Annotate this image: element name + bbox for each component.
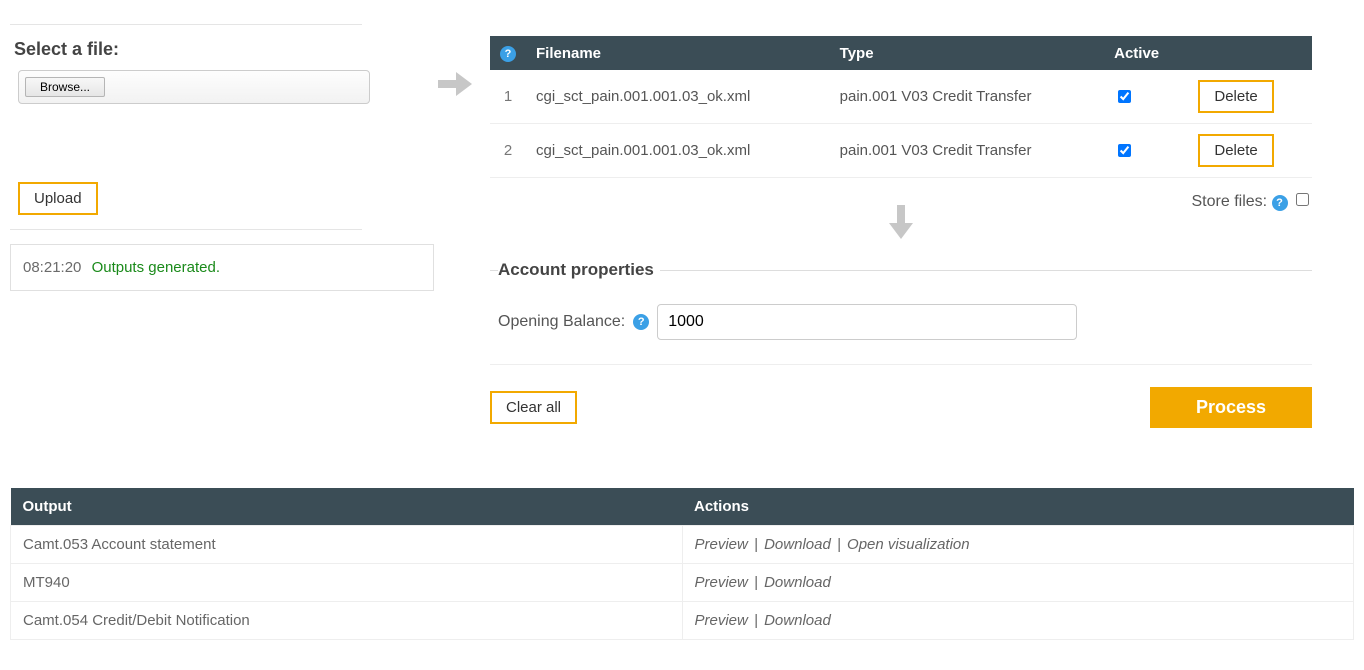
store-files-checkbox[interactable]	[1296, 193, 1309, 206]
files-help-header: ?	[490, 36, 526, 70]
preview-link[interactable]: Preview	[695, 536, 748, 553]
file-active-cell	[1104, 124, 1188, 178]
browse-button[interactable]: Browse...	[25, 77, 105, 97]
download-link[interactable]: Download	[764, 612, 831, 629]
status-time: 08:21:20	[23, 259, 81, 276]
files-header-type: Type	[830, 36, 1104, 70]
output-actions: Preview | Download | Open visualization	[682, 526, 1354, 564]
delete-button[interactable]: Delete	[1198, 80, 1273, 113]
output-name: MT940	[11, 564, 683, 602]
account-properties-legend: Account properties	[498, 260, 660, 280]
file-index: 2	[490, 124, 526, 178]
files-table: ? Filename Type Active 1cgi_sct_pain.001…	[490, 36, 1312, 178]
clear-all-button[interactable]: Clear all	[490, 391, 577, 424]
file-index: 1	[490, 70, 526, 124]
file-active-checkbox[interactable]	[1118, 90, 1131, 103]
table-row: Camt.054 Credit/Debit NotificationPrevie…	[11, 602, 1354, 640]
file-picker[interactable]: Browse...	[18, 70, 370, 104]
files-header-filename: Filename	[526, 36, 830, 70]
table-row: Camt.053 Account statementPreview | Down…	[11, 526, 1354, 564]
store-files-label: Store files:	[1192, 193, 1268, 210]
status-message: Outputs generated.	[92, 259, 220, 276]
download-link[interactable]: Download	[764, 536, 831, 553]
table-row: 2cgi_sct_pain.001.001.03_ok.xmlpain.001 …	[490, 124, 1312, 178]
process-button[interactable]: Process	[1150, 387, 1312, 428]
status-box: 08:21:20 Outputs generated.	[10, 244, 434, 291]
account-properties-fieldset: Account properties Opening Balance: ?	[490, 260, 1312, 340]
table-row: 1cgi_sct_pain.001.001.03_ok.xmlpain.001 …	[490, 70, 1312, 124]
help-icon[interactable]: ?	[1272, 195, 1288, 211]
table-row: MT940Preview | Download	[11, 564, 1354, 602]
arrow-right-icon	[434, 10, 476, 98]
opening-balance-label: Opening Balance:	[498, 313, 625, 331]
download-link[interactable]: Download	[764, 574, 831, 591]
opening-balance-input[interactable]	[657, 304, 1077, 340]
help-icon[interactable]: ?	[633, 314, 649, 330]
open-visualization-link[interactable]: Open visualization	[847, 536, 970, 553]
file-type: pain.001 V03 Credit Transfer	[830, 70, 1104, 124]
preview-link[interactable]: Preview	[695, 574, 748, 591]
file-name: cgi_sct_pain.001.001.03_ok.xml	[526, 70, 830, 124]
upload-button[interactable]: Upload	[18, 182, 98, 215]
output-name: Camt.053 Account statement	[11, 526, 683, 564]
output-header-actions: Actions	[682, 488, 1354, 526]
file-active-cell	[1104, 70, 1188, 124]
output-name: Camt.054 Credit/Debit Notification	[11, 602, 683, 640]
preview-link[interactable]: Preview	[695, 612, 748, 629]
output-header-output: Output	[11, 488, 683, 526]
arrow-down-icon	[490, 205, 1312, 242]
output-table: Output Actions Camt.053 Account statemen…	[10, 488, 1354, 640]
file-active-checkbox[interactable]	[1118, 144, 1131, 157]
output-actions: Preview | Download	[682, 564, 1354, 602]
file-name: cgi_sct_pain.001.001.03_ok.xml	[526, 124, 830, 178]
files-header-active: Active	[1104, 36, 1188, 70]
select-file-label: Select a file:	[14, 39, 420, 60]
help-icon[interactable]: ?	[500, 46, 516, 62]
file-type: pain.001 V03 Credit Transfer	[830, 124, 1104, 178]
delete-button[interactable]: Delete	[1198, 134, 1273, 167]
output-actions: Preview | Download	[682, 602, 1354, 640]
